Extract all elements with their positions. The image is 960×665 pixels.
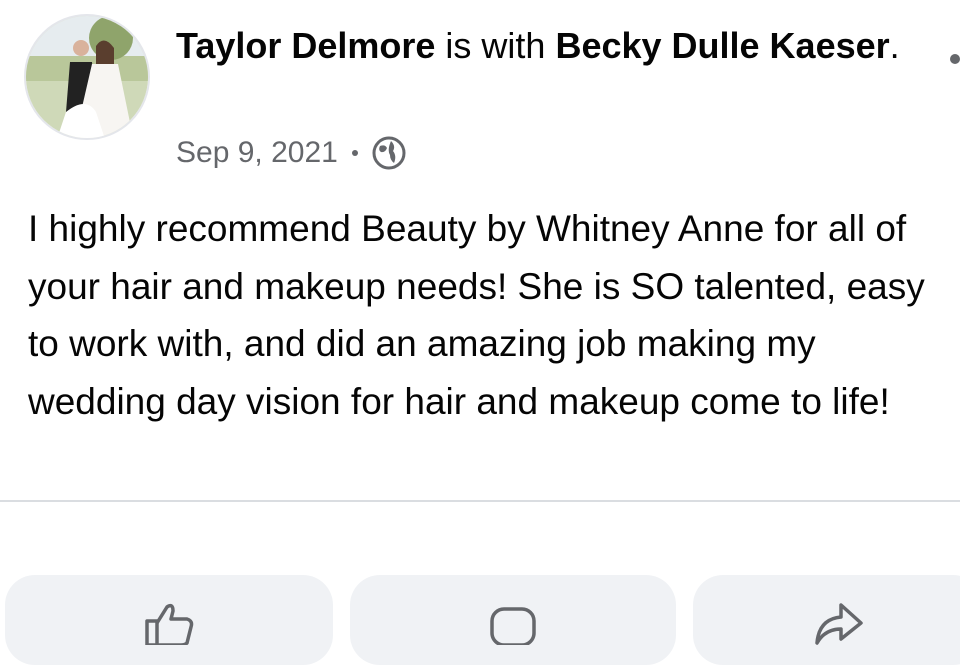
more-options-icon[interactable] [950, 54, 960, 64]
comment-icon [490, 607, 536, 645]
post-meta: Sep 9, 2021 [176, 133, 406, 173]
avatar-photo [26, 16, 148, 138]
share-button[interactable] [693, 575, 960, 665]
thumbs-up-icon [145, 603, 194, 645]
comment-button[interactable] [350, 575, 676, 665]
post-date[interactable]: Sep 9, 2021 [176, 136, 338, 170]
divider [0, 500, 960, 502]
post-body: I highly recommend Beauty by Whitney Ann… [28, 208, 925, 422]
share-icon [815, 603, 863, 645]
post-header: Taylor Delmore is with Becky Dulle Kaese… [176, 22, 916, 70]
with-text: is with [435, 25, 556, 66]
like-button[interactable] [5, 575, 333, 665]
author-name[interactable]: Taylor Delmore [176, 25, 435, 66]
tagged-name[interactable]: Becky Dulle Kaeser [555, 25, 889, 66]
meta-separator [351, 150, 358, 156]
header-period: . [889, 25, 900, 66]
globe-icon [372, 136, 406, 170]
avatar[interactable] [24, 14, 150, 140]
